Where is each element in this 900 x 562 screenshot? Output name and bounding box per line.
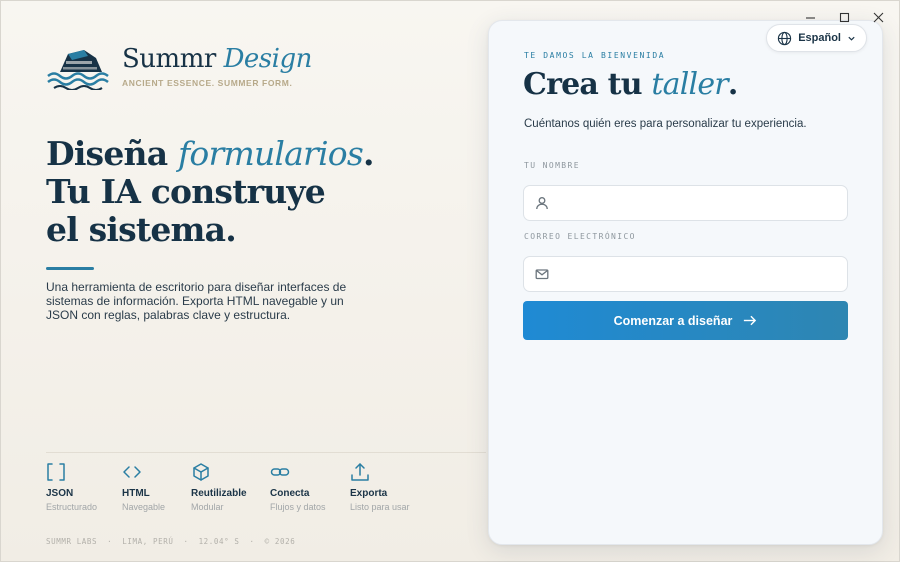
feature-subtitle: Estructurado (46, 502, 98, 512)
brackets-icon (46, 462, 66, 482)
features-divider (46, 452, 486, 453)
user-icon (536, 197, 548, 210)
link-icon (270, 462, 290, 482)
brand: Summr Design ANCIENT ESSENCE. SUMMER FOR… (46, 44, 312, 90)
footer-company: SUMMR LABS (46, 537, 98, 546)
headline-accent: formularios (178, 134, 364, 173)
language-label: Español (798, 32, 841, 44)
card-title-plain: Crea tu (523, 67, 643, 102)
accent-rule (46, 267, 94, 270)
headline-line2: Tu IA construye (46, 172, 326, 211)
card-title: Crea tu taller. (523, 67, 738, 102)
name-input[interactable] (559, 196, 847, 210)
feature-subtitle: Listo para usar (350, 502, 410, 512)
app-window: Summr Design ANCIENT ESSENCE. SUMMER FOR… (0, 0, 900, 562)
brand-name-plain: Summr (122, 44, 216, 74)
feature-subtitle: Modular (191, 502, 224, 512)
close-icon (873, 12, 883, 22)
headline-line3: el sistema. (46, 210, 237, 249)
feature-title: HTML (122, 488, 150, 499)
footer-coords: 12.04° S (198, 537, 240, 546)
feature-title: Conecta (270, 488, 310, 499)
card-eyebrow: TE DAMOS LA BIENVENIDA (524, 51, 666, 60)
cta-label: Comenzar a diseñar (613, 313, 733, 328)
window-controls (795, 7, 893, 27)
mail-icon (535, 269, 549, 280)
feature-title: Exporta (350, 488, 388, 499)
card-title-accent: taller (651, 67, 728, 102)
brand-tagline: ANCIENT ESSENCE. SUMMER FORM. (122, 78, 293, 88)
email-input[interactable] (559, 267, 847, 281)
arrow-right-icon (744, 315, 757, 326)
brand-text: Summr Design ANCIENT ESSENCE. SUMMER FOR… (122, 46, 312, 88)
features-row: JSON Estructurado HTML Navegable Reutili… (46, 462, 429, 512)
feature-subtitle: Flujos y datos (270, 502, 326, 512)
code-icon (122, 462, 142, 482)
feature-reutilizable: Reutilizable Modular (191, 462, 270, 512)
feature-exporta: Exporta Listo para usar (350, 462, 429, 512)
name-label: TU NOMBRE (524, 161, 580, 170)
language-selector[interactable]: Español (766, 24, 867, 52)
chevron-down-icon (848, 36, 855, 41)
hero-headline: Diseña formularios. Tu IA construye el s… (46, 135, 374, 249)
footer-city: LIMA, PERÚ (122, 537, 174, 546)
feature-subtitle: Navegable (122, 502, 166, 512)
maximize-icon (839, 12, 849, 22)
start-designing-button[interactable]: Comenzar a diseñar (523, 301, 848, 340)
footer-separator: · (107, 537, 113, 546)
card-title-period: . (727, 67, 738, 102)
headline-period: . (362, 134, 374, 173)
feature-conecta: Conecta Flujos y datos (270, 462, 350, 512)
email-label: CORREO ELECTRÓNICO (524, 232, 636, 241)
name-field[interactable] (523, 185, 848, 221)
brand-name-accent: Design (223, 44, 313, 74)
minimize-icon (805, 16, 815, 19)
signup-card: Español TE DAMOS LA BIENVENIDA Crea tu t… (488, 20, 883, 545)
feature-title: JSON (46, 488, 74, 499)
feature-json: JSON Estructurado (46, 462, 122, 512)
card-subtitle: Cuéntanos quién eres para personalizar t… (524, 118, 807, 130)
minimize-button[interactable] (795, 7, 825, 27)
feature-html: HTML Navegable (122, 462, 191, 512)
email-field[interactable] (523, 256, 848, 292)
hero-description: Una herramienta de escritorio para diseñ… (46, 280, 347, 322)
cube-icon (191, 462, 211, 482)
brand-name: Summr Design (122, 46, 312, 72)
feature-title: Reutilizable (191, 488, 247, 499)
headline-line1: Diseña (46, 134, 168, 173)
upload-icon (350, 462, 370, 482)
globe-icon (778, 31, 792, 45)
footer: SUMMR LABS · LIMA, PERÚ · 12.04° S · © 2… (46, 537, 295, 546)
maximize-button[interactable] (829, 7, 859, 27)
footer-separator: · (249, 537, 255, 546)
footer-separator: · (183, 537, 189, 546)
pyramid-waves-logo (47, 50, 109, 90)
close-button[interactable] (863, 7, 893, 27)
footer-year: © 2026 (264, 537, 296, 546)
